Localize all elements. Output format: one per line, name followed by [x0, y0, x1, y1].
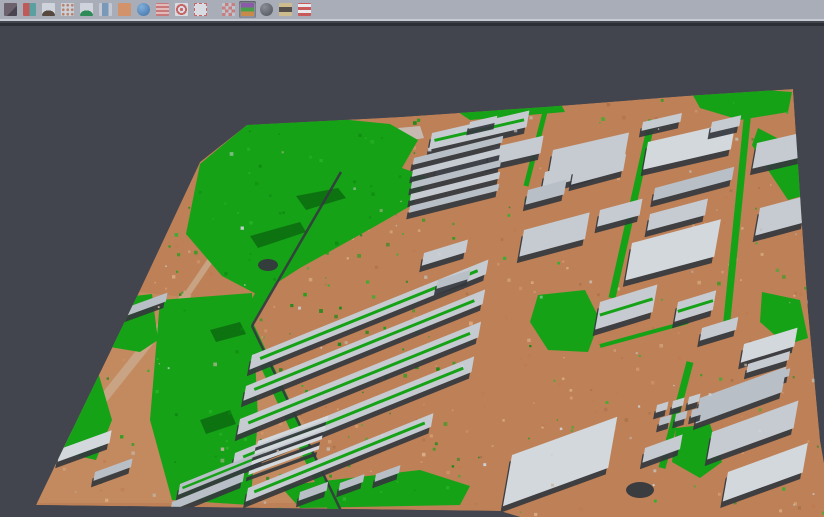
points-icon-glyph	[61, 3, 74, 16]
points-icon[interactable]	[59, 1, 76, 18]
sphere-icon[interactable]	[258, 1, 275, 18]
selection-icon-glyph	[194, 3, 207, 16]
list-icon[interactable]	[154, 1, 171, 18]
photo-icon-glyph	[4, 3, 17, 16]
texture-icon[interactable]	[116, 1, 133, 18]
sphere-icon-glyph	[260, 3, 273, 16]
measure-icon-glyph	[279, 3, 292, 16]
selection-icon[interactable]	[192, 1, 209, 18]
viewport-3d[interactable]	[0, 0, 824, 517]
globe-icon-glyph	[137, 3, 150, 16]
terrain-icon-glyph	[42, 3, 55, 16]
mesh-icon-glyph	[80, 3, 93, 16]
panel-icon[interactable]	[97, 1, 114, 18]
toolbar-separator	[0, 23, 824, 26]
mesh-icon[interactable]	[78, 1, 95, 18]
measure-icon[interactable]	[277, 1, 294, 18]
flag-icon[interactable]	[296, 1, 313, 18]
target-icon[interactable]	[173, 1, 190, 18]
terrain-icon[interactable]	[40, 1, 57, 18]
checker-icon-glyph	[222, 3, 235, 16]
list-icon-glyph	[156, 3, 169, 16]
app-window	[0, 0, 824, 517]
classification-icon[interactable]	[239, 1, 256, 18]
globe-icon[interactable]	[135, 1, 152, 18]
texture-icon-glyph	[118, 3, 131, 16]
markers-icon-glyph	[23, 3, 36, 16]
photo-icon[interactable]	[2, 1, 19, 18]
checker-icon[interactable]	[220, 1, 237, 18]
classification-icon-glyph	[241, 3, 254, 16]
toolbar	[0, 0, 824, 21]
target-icon-glyph	[175, 3, 188, 16]
flag-icon-glyph	[298, 3, 311, 16]
markers-icon[interactable]	[21, 1, 38, 18]
panel-icon-glyph	[99, 3, 112, 16]
